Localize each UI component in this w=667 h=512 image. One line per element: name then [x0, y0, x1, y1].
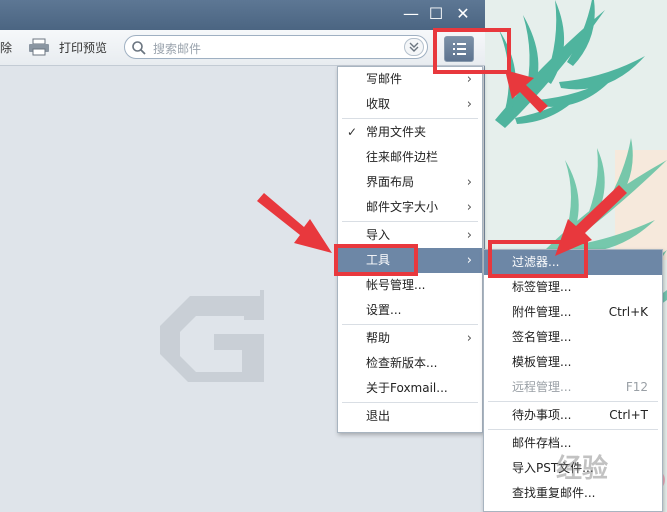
annotation-arrows: [257, 70, 627, 256]
arrow-to-filters: [555, 185, 627, 256]
arrow-to-tools: [257, 193, 332, 253]
arrow-to-menu-button: [505, 70, 548, 113]
